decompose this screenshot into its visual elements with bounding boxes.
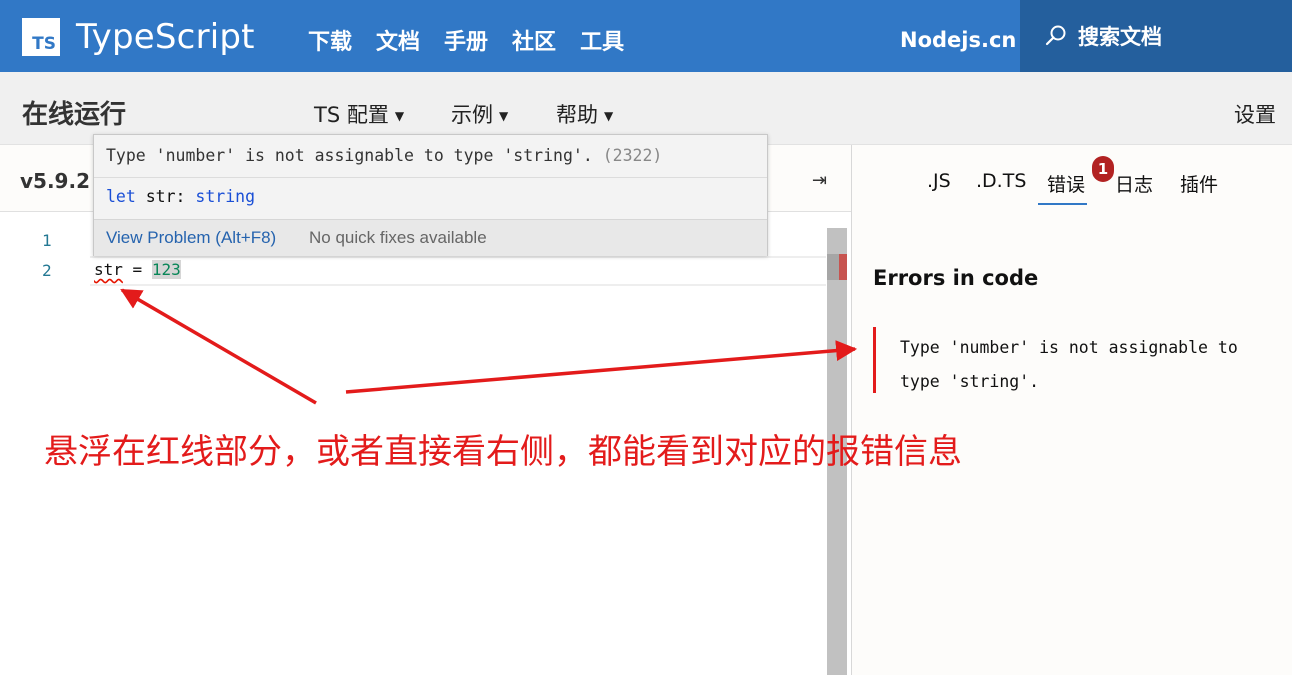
- annotation-text: 悬浮在红线部分，或者直接看右侧，都能看到对应的报错信息: [44, 432, 962, 472]
- annotation-arrow-to-errors: [345, 340, 858, 394]
- annotation-arrows: [120, 288, 858, 405]
- annotation-arrow-to-code: [120, 288, 317, 405]
